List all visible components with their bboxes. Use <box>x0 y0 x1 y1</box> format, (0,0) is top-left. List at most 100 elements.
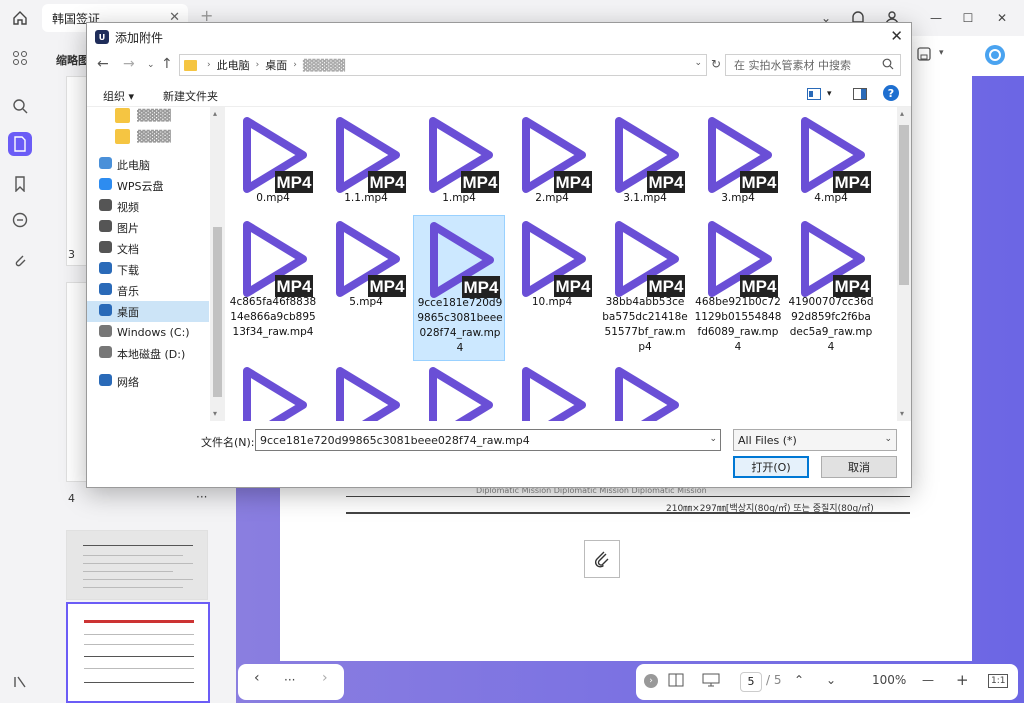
sidebar-item[interactable]: ▓▓▓▓ <box>87 105 209 126</box>
sidebar-item[interactable]: 音乐 <box>87 280 209 301</box>
up-arrow-icon[interactable]: ↑ <box>161 56 173 72</box>
more-icon[interactable]: ··· <box>196 490 207 504</box>
search-input[interactable]: 在 实拍水管素材 中搜索 <box>725 54 901 76</box>
breadcrumb-item[interactable]: 此电脑 <box>217 57 250 73</box>
file-item[interactable]: MP4 9cce181e720d9 9865c3081beee 028f74_ra… <box>413 215 505 361</box>
file-type-badge: MP4 <box>370 277 406 296</box>
sidebar-item[interactable]: 网络 <box>87 371 209 392</box>
thumbnail-page-5-top[interactable] <box>66 530 208 600</box>
scroll-down-icon[interactable]: ▾ <box>900 409 904 418</box>
chevron-down-icon[interactable]: ⌄ <box>826 673 836 687</box>
forward-arrow-icon[interactable]: → <box>123 56 135 72</box>
file-item[interactable]: MP4 <box>413 361 505 421</box>
video-file-icon: MP4 <box>615 221 685 297</box>
bookmark-icon[interactable] <box>8 172 32 196</box>
search-icon[interactable] <box>882 58 894 73</box>
breadcrumb-item[interactable]: 桌面 <box>265 57 287 73</box>
page-icon[interactable] <box>8 132 32 156</box>
sidebar-item[interactable]: 图片 <box>87 217 209 238</box>
back-arrow-icon[interactable]: ← <box>97 56 109 72</box>
file-item[interactable]: MP4 <box>320 361 412 421</box>
collapse-icon[interactable]: › <box>644 674 658 688</box>
refresh-icon[interactable]: ↻ <box>711 57 721 71</box>
nav-scrollbar-thumb[interactable] <box>213 227 222 397</box>
grid-icon[interactable] <box>8 46 32 70</box>
sidebar-toggle-icon[interactable] <box>8 670 32 694</box>
chevron-down-icon[interactable]: ⌄ <box>884 434 892 444</box>
breadcrumb-item[interactable]: ▓▓▓▓▓ <box>303 59 345 72</box>
file-item[interactable]: MP4 <box>599 361 691 421</box>
help-icon[interactable]: ? <box>883 85 899 101</box>
scroll-down-icon[interactable]: ▾ <box>213 409 217 418</box>
new-folder-button[interactable]: 新建文件夹 <box>163 88 218 104</box>
document-icon <box>99 241 112 253</box>
nav-scrollbar[interactable]: ▴ ▾ <box>210 107 225 421</box>
preview-pane-icon[interactable] <box>853 88 867 103</box>
chevron-down-icon[interactable]: ▾ <box>827 89 832 99</box>
file-item[interactable]: MP4 38bb4abb53ce ba575dc21418e 51577bf_ra… <box>599 215 691 361</box>
chevron-right-icon[interactable]: › <box>322 670 328 686</box>
filename-input[interactable]: 9cce181e720d99865c3081beee028f74_raw.mp4… <box>255 429 721 451</box>
recent-dropdown-icon[interactable]: ⌄ <box>147 60 155 70</box>
address-bar[interactable]: › 此电脑 › 桌面 › ▓▓▓▓▓ ⌄ <box>179 54 707 76</box>
search-icon[interactable] <box>8 94 32 118</box>
thumbnail-page-number: 4 <box>68 492 75 505</box>
chevron-up-icon[interactable]: ⌃ <box>794 673 804 687</box>
more-icon[interactable]: ··· <box>284 673 295 687</box>
cancel-button[interactable]: 取消 <box>821 456 897 478</box>
organize-button[interactable]: 组织 ▾ <box>103 88 134 104</box>
file-item[interactable]: MP4 5.mp4 <box>320 215 412 361</box>
file-item[interactable]: MP4 <box>227 361 319 421</box>
presentation-icon[interactable] <box>702 673 720 690</box>
zoom-in-button[interactable]: + <box>956 671 969 689</box>
close-window-icon[interactable]: ✕ <box>992 8 1012 28</box>
file-item[interactable]: MP4 10.mp4 <box>506 215 598 361</box>
sidebar-item[interactable]: WPS云盘 <box>87 175 209 196</box>
file-scrollbar-thumb[interactable] <box>899 125 909 285</box>
paperclip-icon[interactable] <box>8 248 32 272</box>
open-button[interactable]: 打开(O) <box>733 456 809 478</box>
close-icon[interactable]: ✕ <box>890 27 903 45</box>
attachment-annotation[interactable] <box>584 540 620 578</box>
zoom-out-button[interactable]: — <box>922 673 934 687</box>
file-name: 4.mp4 <box>814 192 848 204</box>
thumbnail-page-number: 3 <box>68 248 75 261</box>
sidebar-item[interactable]: 视频 <box>87 196 209 217</box>
sidebar-item[interactable]: Windows (C:) <box>87 322 209 343</box>
minimize-icon[interactable]: — <box>926 8 946 28</box>
zoom-level[interactable]: 100% <box>872 673 906 687</box>
video-file-icon: MP4 <box>243 117 313 193</box>
file-item[interactable]: MP4 4c865fa46f8838 14e866a9cb895 13f34_ra… <box>227 215 319 361</box>
sidebar-item[interactable]: 文档 <box>87 238 209 259</box>
chevron-right-icon: › <box>255 60 260 70</box>
view-options-icon[interactable] <box>807 88 821 103</box>
file-item[interactable]: MP4 41900707cc36d 92d859fc2f6ba dec5a9_ra… <box>785 215 877 361</box>
sidebar-item[interactable]: 桌面 <box>87 301 209 322</box>
sidebar-item[interactable]: ▓▓▓▓ <box>87 126 209 147</box>
thumbnail-page-5[interactable] <box>66 602 210 703</box>
sidebar-item[interactable]: 下载 <box>87 259 209 280</box>
actual-size-button[interactable]: 1:1 <box>988 674 1009 688</box>
file-name: 5.mp4 <box>349 296 383 308</box>
sidebar-item[interactable]: 此电脑 <box>87 154 209 175</box>
chevron-down-icon[interactable]: ⌄ <box>709 434 717 444</box>
page-number-input[interactable]: 5 <box>740 672 762 692</box>
save-icon[interactable] <box>916 46 932 65</box>
home-icon[interactable] <box>10 8 30 28</box>
bottom-nav-bar: ‹ ··· › <box>238 664 344 700</box>
scroll-up-icon[interactable]: ▴ <box>900 109 904 118</box>
maximize-icon[interactable]: ☐ <box>958 8 978 28</box>
file-item[interactable]: MP4 468be921b0c72 1129b01554848 fd6089_ra… <box>692 215 784 361</box>
reading-mode-icon[interactable] <box>668 673 684 690</box>
sidebar-item[interactable]: 本地磁盘 (D:) <box>87 343 209 364</box>
chevron-left-icon[interactable]: ‹ <box>254 670 260 686</box>
chevron-down-icon[interactable]: ▾ <box>939 48 944 58</box>
ai-assistant-icon[interactable] <box>984 44 1006 69</box>
file-name: 38bb4abb53ce ba575dc21418e 51577bf_raw.m… <box>602 296 688 353</box>
scroll-up-icon[interactable]: ▴ <box>213 109 217 118</box>
file-type-select[interactable]: All Files (*) ⌄ <box>733 429 897 451</box>
file-item[interactable]: MP4 <box>506 361 598 421</box>
chevron-down-icon[interactable]: ⌄ <box>694 58 702 68</box>
comment-icon[interactable] <box>8 208 32 232</box>
file-scrollbar[interactable]: ▴ ▾ <box>897 107 911 421</box>
